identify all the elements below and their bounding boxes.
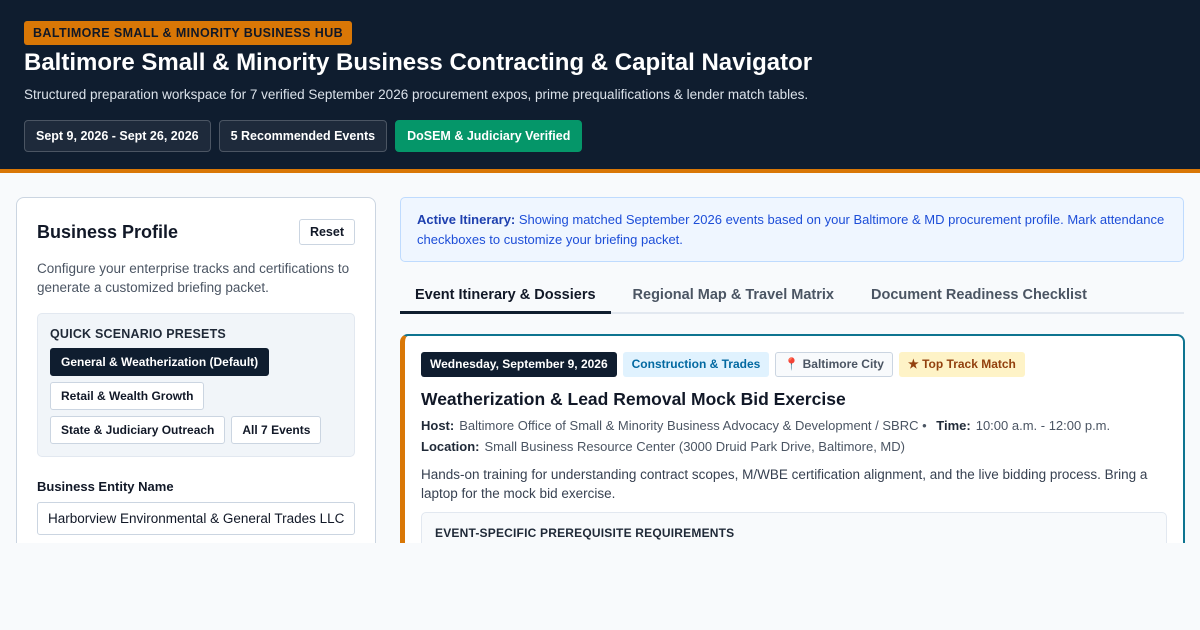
- location-value: Small Business Resource Center (3000 Dru…: [484, 439, 905, 454]
- preset-general-weatherization[interactable]: General & Weatherization (Default): [50, 348, 270, 376]
- preset-retail-wealth[interactable]: Retail & Wealth Growth: [50, 382, 205, 410]
- tab-event-itinerary[interactable]: Event Itinerary & Dossiers: [400, 278, 611, 314]
- profile-title: Business Profile: [37, 221, 179, 242]
- preset-state-judiciary[interactable]: State & Judiciary Outreach: [50, 416, 226, 444]
- tab-regional-map[interactable]: Regional Map & Travel Matrix: [618, 278, 849, 314]
- business-profile-panel: Business Profile Reset Configure your en…: [16, 197, 376, 543]
- event-description: Hands-on training for understanding cont…: [421, 467, 1148, 501]
- top-match-tag: ★ Top Track Match: [898, 352, 1025, 377]
- hub-badge: BALTIMORE SMALL & MINORITY BUSINESS HUB: [24, 21, 353, 45]
- profile-description: Configure your enterprise tracks and cer…: [37, 261, 350, 295]
- pin-icon: 📍: [784, 357, 800, 371]
- active-itinerary-notice: Active Itinerary: Showing matched Septem…: [400, 197, 1184, 262]
- profile-header: Business Profile Reset: [37, 219, 355, 245]
- verified-pill: DoSEM & Judiciary Verified: [395, 120, 583, 152]
- prerequisite-box: EVENT-SPECIFIC PREREQUISITE REQUIREMENTS: [421, 512, 1167, 543]
- event-host-time: Host: Baltimore Office of Small & Minorit…: [421, 418, 1167, 433]
- time-value: 10:00 a.m. - 12:00 p.m.: [975, 418, 1111, 433]
- event-date-tag: Wednesday, September 9, 2026: [421, 352, 617, 377]
- presets-title: QUICK SCENARIO PRESETS: [50, 327, 226, 341]
- app-header: BALTIMORE SMALL & MINORITY BUSINESS HUB …: [0, 0, 1200, 173]
- summary-pills: Sept 9, 2026 - Sept 26, 2026 5 Recommend…: [24, 120, 1176, 152]
- tab-document-checklist[interactable]: Document Readiness Checklist: [856, 278, 1102, 314]
- preset-all-events[interactable]: All 7 Events: [231, 416, 322, 444]
- reset-button[interactable]: Reset: [298, 219, 355, 245]
- location-label: Location:: [421, 439, 480, 454]
- host-label: Host:: [421, 418, 455, 433]
- scenario-presets: QUICK SCENARIO PRESETS General & Weather…: [37, 313, 355, 457]
- star-icon: ★: [907, 357, 919, 371]
- notice-label: Active Itinerary:: [417, 212, 516, 227]
- location-tag-label: Baltimore City: [802, 357, 884, 371]
- preset-list: General & Weatherization (Default) Retai…: [50, 348, 342, 444]
- date-range-pill: Sept 9, 2026 - Sept 26, 2026: [24, 120, 211, 152]
- host-value: Baltimore Office of Small & Minority Bus…: [459, 418, 927, 433]
- event-location-tag: 📍 Baltimore City: [775, 352, 893, 377]
- entity-name-input[interactable]: [37, 502, 355, 535]
- event-title: Weatherization & Lead Removal Mock Bid E…: [421, 389, 846, 409]
- page-title: Baltimore Small & Minority Business Cont…: [24, 49, 813, 76]
- prerequisite-title: EVENT-SPECIFIC PREREQUISITE REQUIREMENTS: [435, 526, 735, 540]
- page-subtitle: Structured preparation workspace for 7 v…: [24, 87, 809, 102]
- tab-bar: Event Itinerary & Dossiers Regional Map …: [400, 278, 1184, 314]
- entity-name-label: Business Entity Name: [37, 479, 174, 494]
- event-track-tag: Construction & Trades: [622, 352, 770, 377]
- recommended-events-pill: 5 Recommended Events: [218, 120, 388, 152]
- top-match-label: Top Track Match: [922, 357, 1016, 371]
- notice-text: Showing matched September 2026 events ba…: [417, 212, 1165, 247]
- event-location: Location: Small Business Resource Center …: [421, 439, 1167, 454]
- event-tags: Wednesday, September 9, 2026 Constructio…: [421, 352, 1167, 377]
- time-label: Time:: [936, 418, 971, 433]
- event-card: Wednesday, September 9, 2026 Constructio…: [400, 334, 1185, 543]
